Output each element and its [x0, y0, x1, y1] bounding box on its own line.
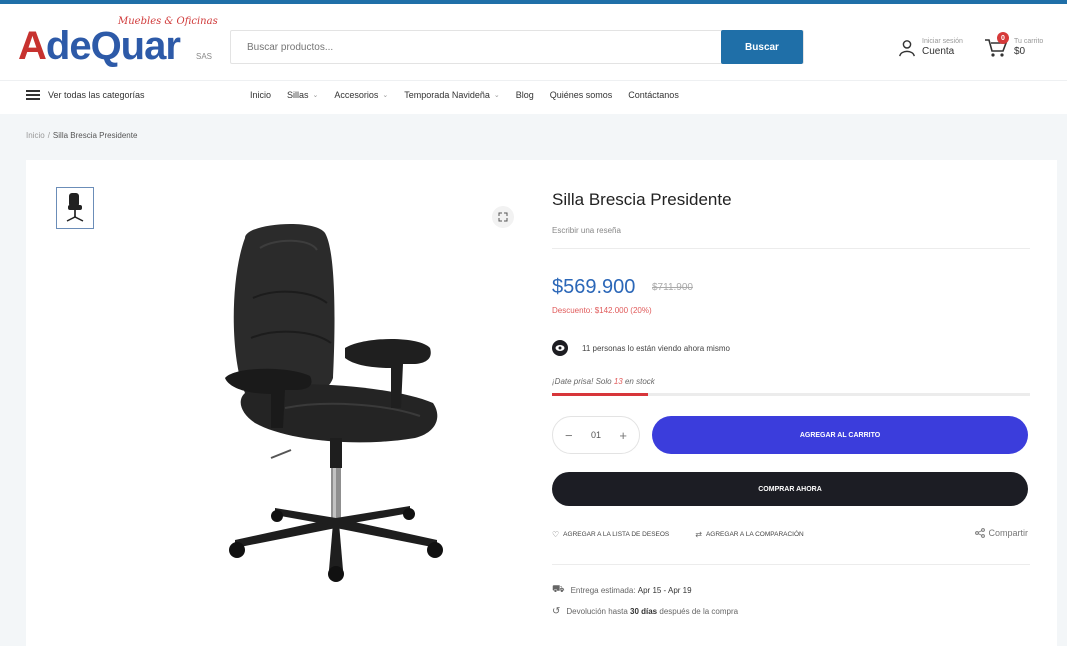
- chevron-down-icon: ⌄: [493, 92, 500, 99]
- cart-total: $0: [1014, 46, 1026, 58]
- nav-item-contactanos[interactable]: Contáctanos: [628, 90, 679, 100]
- nav-menu: Inicio Sillas ⌄ Accesorios ⌄ Temporada Nav…: [250, 90, 679, 100]
- breadcrumb-home[interactable]: Inicio: [26, 131, 45, 140]
- product-thumbnail[interactable]: [56, 187, 94, 229]
- stock-count: 13: [613, 377, 623, 386]
- breadcrumb-current: Silla Brescia Presidente: [52, 131, 138, 140]
- cart-small-label: Tu carrito: [1014, 38, 1044, 46]
- user-icon: [899, 40, 915, 57]
- product-image: [225, 223, 443, 582]
- divider: [552, 248, 1030, 249]
- site-header: Muebles & Oficinas AdeQuar SAS Buscar In…: [0, 4, 1067, 78]
- logo-wordmark: AdeQuar: [18, 24, 181, 68]
- eye-icon: [552, 340, 568, 356]
- cart-icon: 0: [984, 32, 1009, 58]
- chevron-down-icon: ⌄: [312, 92, 319, 99]
- stock-progress-fill: [552, 393, 648, 396]
- heart-icon: ♡: [552, 530, 560, 539]
- product-actions: ♡ AGREGAR A LA LISTA DE DESEOS ⇄ AGREGAR…: [552, 528, 1030, 539]
- all-categories-label: Ver todas las categorías: [48, 90, 145, 100]
- all-categories-button[interactable]: Ver todas las categorías: [26, 90, 145, 100]
- site-logo[interactable]: Muebles & Oficinas AdeQuar SAS: [18, 16, 218, 68]
- search-button[interactable]: Buscar: [721, 30, 803, 64]
- nav-item-quienes-somos[interactable]: Quiénes somos: [550, 90, 613, 100]
- nav-item-temporada[interactable]: Temporada Navideña ⌄: [404, 90, 499, 100]
- return-icon: ↺: [552, 606, 561, 617]
- nav-item-sillas[interactable]: Sillas ⌄: [287, 90, 318, 100]
- add-to-compare-link[interactable]: ⇄ AGREGAR A LA COMPARACIÓN: [695, 530, 803, 539]
- share-icon: [975, 528, 986, 538]
- quantity-decrease-button[interactable]: −: [565, 428, 573, 443]
- truck-icon: ⛟: [552, 584, 565, 595]
- nav-item-accesorios[interactable]: Accesorios ⌄: [334, 90, 388, 100]
- product-old-price: $711.900: [652, 282, 693, 293]
- returns-info: ↺ Devolución hasta 30 días después de la…: [552, 606, 739, 617]
- quantity-increase-button[interactable]: +: [619, 428, 627, 443]
- add-to-wishlist-link[interactable]: ♡ AGREGAR A LA LISTA DE DESEOS: [552, 530, 669, 539]
- account-small-label: Iniciar sesión: [922, 38, 963, 46]
- chevron-down-icon: ⌄: [382, 92, 389, 99]
- compare-icon: ⇄: [695, 530, 702, 539]
- write-review-link[interactable]: Escribir una reseña: [552, 226, 621, 235]
- main-nav: Ver todas las categorías Inicio Sillas ⌄ …: [0, 80, 1067, 114]
- estimated-delivery: ⛟ Entrega estimada: Apr 15 - Apr 19: [552, 584, 692, 595]
- logo-suffix: SAS: [196, 52, 213, 61]
- product-title: Silla Brescia Presidente: [552, 190, 732, 209]
- product-card: [26, 160, 1057, 646]
- viewers-text: 11 personas lo están viendo ahora mismo: [582, 343, 730, 353]
- add-to-cart-button[interactable]: AGREGAR AL CARRITO: [652, 416, 1028, 454]
- quantity-stepper: − 01 +: [552, 416, 640, 454]
- cart-link[interactable]: 0 Tu carrito $0: [984, 32, 1054, 64]
- hamburger-icon: [26, 90, 40, 100]
- nav-item-inicio[interactable]: Inicio: [250, 90, 271, 100]
- expand-icon[interactable]: [492, 206, 514, 228]
- nav-item-blog[interactable]: Blog: [516, 90, 534, 100]
- viewers-notice: 11 personas lo están viendo ahora mismo: [552, 340, 730, 356]
- breadcrumb-separator: /: [47, 131, 50, 140]
- stock-progress-bar: [552, 393, 1030, 396]
- share-button[interactable]: Compartir: [975, 528, 1028, 538]
- search-bar: Buscar: [230, 30, 804, 64]
- divider: [552, 564, 1030, 565]
- product-info: Silla Brescia Presidente Escribir una re…: [552, 190, 1030, 617]
- cart-count-badge: 0: [997, 32, 1009, 44]
- account-link[interactable]: Iniciar sesión Cuenta: [898, 32, 978, 64]
- stock-notice: ¡Date prisa! Solo 13 en stock: [552, 377, 655, 386]
- buy-now-button[interactable]: COMPRAR AHORA: [552, 472, 1028, 506]
- product-price: $569.900: [552, 276, 636, 298]
- quantity-value[interactable]: 01: [591, 430, 601, 440]
- breadcrumb: Inicio / Silla Brescia Presidente: [26, 131, 137, 140]
- search-input[interactable]: [231, 31, 723, 63]
- discount-text: Descuento: $142.000 (20%): [552, 306, 652, 315]
- account-label: Cuenta: [922, 46, 955, 58]
